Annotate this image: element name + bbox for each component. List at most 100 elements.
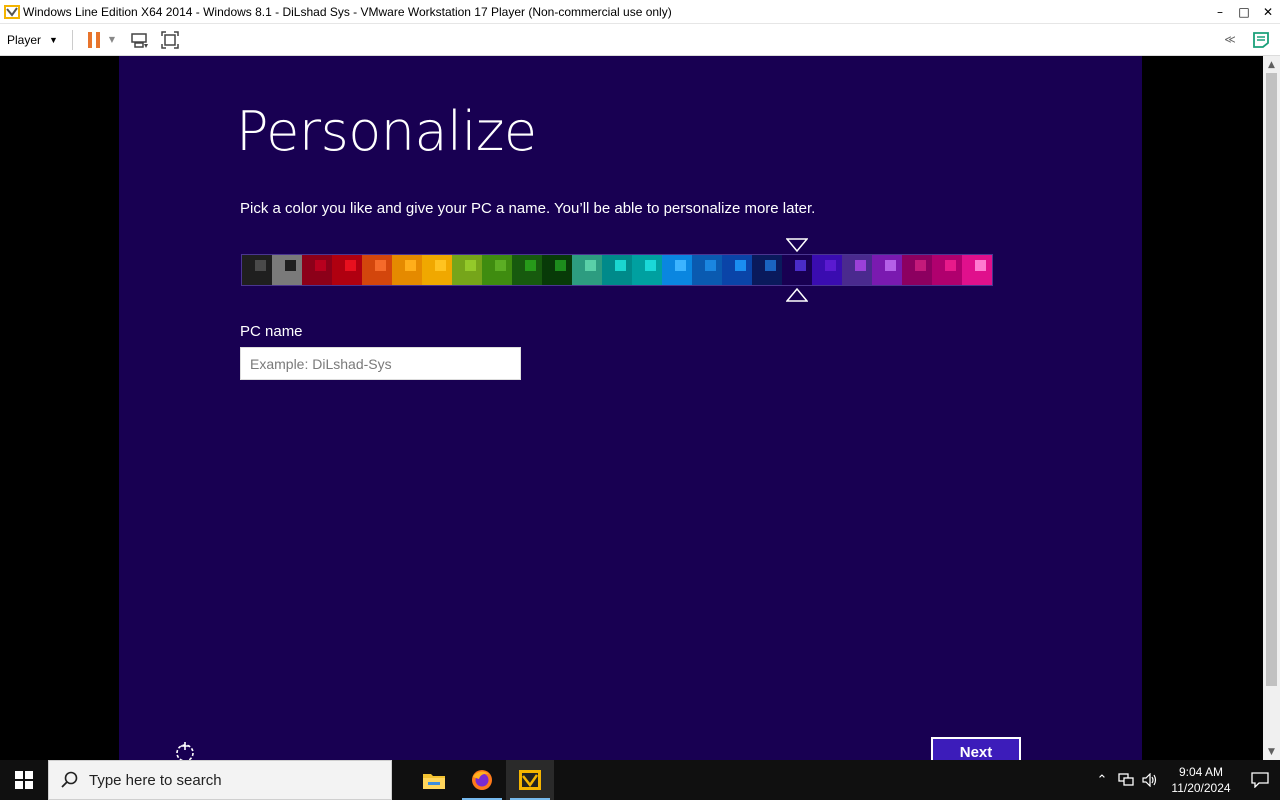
accent-color-picker[interactable]	[241, 254, 993, 286]
color-swatch-chip	[555, 260, 566, 271]
color-swatch-chip	[615, 260, 626, 271]
color-swatch-chip	[675, 260, 686, 271]
color-swatch[interactable]	[332, 255, 362, 285]
color-swatch-chip	[885, 260, 896, 271]
color-swatch[interactable]	[872, 255, 902, 285]
pause-dropdown-button[interactable]: ▼	[105, 28, 119, 52]
taskbar-vmware-player[interactable]	[506, 760, 554, 800]
next-button[interactable]: Next	[931, 737, 1021, 760]
color-slider-pointer-bottom-icon[interactable]	[786, 288, 808, 302]
color-swatch[interactable]	[602, 255, 632, 285]
color-swatch-chip	[585, 260, 596, 271]
color-swatch-chip	[945, 260, 956, 271]
scrollbar-thumb[interactable]	[1266, 73, 1277, 686]
page-title: Personalize	[236, 100, 537, 163]
volume-icon[interactable]	[1138, 760, 1162, 800]
color-swatch-chip	[795, 260, 806, 271]
color-swatch[interactable]	[512, 255, 542, 285]
color-swatch[interactable]	[482, 255, 512, 285]
color-swatch-chip	[915, 260, 926, 271]
vm-display[interactable]: Personalize Pick a color you like and gi…	[0, 56, 1280, 760]
color-swatch-chip	[525, 260, 536, 271]
color-swatch-chip	[405, 260, 416, 271]
clock-time: 9:04 AM	[1178, 765, 1224, 779]
color-swatch[interactable]	[572, 255, 602, 285]
color-slider-pointer-top-icon[interactable]	[786, 238, 808, 252]
color-swatch[interactable]	[692, 255, 722, 285]
clock-date: 11/20/2024	[1171, 781, 1231, 795]
vmware-player-icon	[519, 770, 541, 790]
player-toolbar: Player ▼ ▼ ≪	[0, 24, 1280, 56]
taskbar-clock[interactable]: 9:04 AM 11/20/2024	[1162, 764, 1240, 796]
color-swatch[interactable]	[902, 255, 932, 285]
windows-taskbar: Type here to search ⌃ 9:04 AM 11/20/2024	[0, 760, 1280, 800]
color-swatch[interactable]	[362, 255, 392, 285]
start-button[interactable]	[0, 760, 48, 800]
color-swatch-chip	[975, 260, 986, 271]
collapse-toolbar-button[interactable]: ≪	[1218, 28, 1242, 52]
file-explorer-icon	[423, 774, 445, 789]
pause-button[interactable]	[83, 28, 105, 52]
window-titlebar[interactable]: Windows Line Edition X64 2014 - Windows …	[0, 0, 1280, 24]
full-screen-button[interactable]	[155, 28, 185, 52]
message-log-icon	[1253, 31, 1269, 48]
pause-icon	[87, 31, 100, 48]
color-swatch-chip	[645, 260, 656, 271]
color-swatch[interactable]	[752, 255, 782, 285]
maximize-button[interactable]: □	[1232, 0, 1256, 24]
pc-name-label: PC name	[240, 323, 303, 340]
color-swatch[interactable]	[272, 255, 302, 285]
color-swatch[interactable]	[962, 255, 992, 285]
scroll-up-icon[interactable]: ▲	[1263, 56, 1280, 73]
action-center-button[interactable]	[1240, 760, 1280, 800]
network-icon[interactable]	[1114, 760, 1138, 800]
color-swatch[interactable]	[662, 255, 692, 285]
pc-name-input[interactable]	[240, 347, 521, 380]
color-swatch-chip	[285, 260, 296, 271]
vmware-app-icon	[4, 4, 20, 19]
minimize-button[interactable]: –	[1208, 0, 1232, 24]
taskbar-search-box[interactable]: Type here to search	[48, 760, 392, 800]
color-swatch[interactable]	[302, 255, 332, 285]
player-menu-button[interactable]: Player ▼	[7, 33, 58, 47]
double-chevron-left-icon: ≪	[1224, 33, 1236, 46]
color-swatch[interactable]	[452, 255, 482, 285]
scroll-down-icon[interactable]: ▼	[1263, 743, 1280, 760]
color-swatch-chip	[855, 260, 866, 271]
toolbar-divider	[71, 29, 73, 50]
color-swatch-chip	[465, 260, 476, 271]
color-swatch[interactable]	[722, 255, 752, 285]
color-swatch-chip	[315, 260, 326, 271]
color-swatch[interactable]	[242, 255, 272, 285]
color-swatch[interactable]	[422, 255, 452, 285]
color-swatch-chip	[735, 260, 746, 271]
message-log-button[interactable]	[1242, 28, 1280, 52]
color-swatch[interactable]	[542, 255, 572, 285]
taskbar-file-explorer[interactable]	[410, 760, 458, 800]
color-swatch-chip	[765, 260, 776, 271]
color-swatch[interactable]	[782, 255, 812, 285]
guest-screen[interactable]: Personalize Pick a color you like and gi…	[119, 56, 1142, 760]
color-swatch[interactable]	[632, 255, 662, 285]
color-swatch-chip	[705, 260, 716, 271]
player-menu-label: Player	[7, 32, 42, 47]
show-hidden-icons-chevron-up-icon[interactable]: ⌃	[1090, 760, 1114, 800]
color-swatch[interactable]	[932, 255, 962, 285]
chevron-down-icon: ▼	[108, 35, 116, 44]
color-swatch-chip	[345, 260, 356, 271]
ease-of-access-icon[interactable]	[171, 740, 199, 760]
taskbar-firefox[interactable]	[458, 760, 506, 800]
color-swatch[interactable]	[812, 255, 842, 285]
vertical-scrollbar[interactable]: ▲ ▼	[1263, 56, 1280, 760]
color-swatch-chip	[825, 260, 836, 271]
close-button[interactable]: ✕	[1256, 0, 1280, 24]
color-swatch-chip	[255, 260, 266, 271]
color-swatch-chip	[495, 260, 506, 271]
color-swatch[interactable]	[392, 255, 422, 285]
send-ctrl-alt-del-button[interactable]	[125, 28, 155, 52]
color-swatch-chip	[435, 260, 446, 271]
system-tray: ⌃ 9:04 AM 11/20/2024	[1090, 760, 1280, 800]
notification-icon	[1251, 772, 1269, 788]
chevron-down-icon: ▼	[49, 34, 58, 45]
color-swatch[interactable]	[842, 255, 872, 285]
